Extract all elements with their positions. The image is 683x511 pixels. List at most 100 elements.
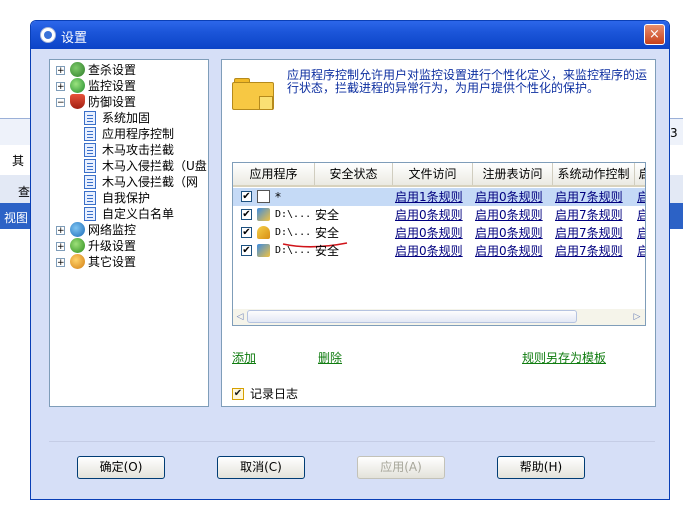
registry-rules-link[interactable]: 启用0条规则 [475, 206, 553, 224]
settings-page-icon [84, 127, 96, 141]
security-status [315, 188, 393, 206]
app-path: D:\... [275, 227, 312, 238]
settings-page-icon [84, 191, 96, 205]
tree-item-label: 木马入侵拦截（网 [102, 175, 199, 189]
app-rules-table: 应用程序 安全状态 文件访问 注册表访问 系统动作控制 启 ✔ * 启用1条规则… [232, 162, 646, 326]
app-path: D:\... [275, 209, 312, 220]
umbrella-icon [70, 78, 85, 93]
scan-icon [70, 62, 85, 77]
help-button[interactable]: 帮助(H) [497, 456, 585, 479]
security-status: 安全 [315, 226, 340, 240]
column-header-file-access[interactable]: 文件访问 [393, 163, 473, 185]
tree-item-label: 防御设置 [88, 95, 137, 109]
registry-rules-link[interactable]: 启用0条规则 [475, 242, 553, 260]
warning-program-icon [257, 226, 270, 239]
dialog-button-bar: 确定(O) 取消(C) 应用(A) 帮助(H) [49, 441, 655, 482]
gear-icon [70, 254, 85, 269]
background-label: 3 [670, 126, 678, 140]
table-row[interactable]: ✔ D:\... 安全 启用0条规则 启用0条规则 启用7条规则 启 [233, 224, 645, 242]
background-label: 视图 [4, 211, 29, 225]
tree-item-label: 应用程序控制 [102, 126, 175, 142]
file-access-rules-link[interactable]: 启用0条规则 [395, 206, 473, 224]
tree-item-label: 网络监控 [88, 223, 137, 237]
expand-icon[interactable]: + [56, 82, 65, 92]
file-access-rules-link[interactable]: 启用0条规则 [395, 242, 473, 260]
row-checkbox[interactable]: ✔ [241, 227, 252, 238]
settings-page-icon [84, 111, 96, 125]
security-status: 安全 [315, 244, 340, 258]
system-action-rules-link[interactable]: 启用7条规则 [555, 188, 635, 206]
tree-item-label: 自我保护 [102, 191, 151, 205]
cancel-button[interactable]: 取消(C) [217, 456, 305, 479]
add-rule-link[interactable]: 添加 [232, 349, 256, 366]
tree-item-label: 监控设置 [88, 79, 137, 93]
settings-dialog: 设置 × + 查杀设置 + 监控设置 − 防御设置 系统加固 应用程序控制 木马… [30, 20, 670, 500]
row-checkbox[interactable]: ✔ [241, 209, 252, 220]
more-rules-link[interactable]: 启 [637, 242, 645, 260]
background-label: 查 [18, 185, 31, 199]
more-rules-link[interactable]: 启 [637, 206, 645, 224]
settings-page-icon [84, 207, 96, 221]
column-header-more[interactable]: 启 [635, 163, 645, 185]
app-path: D:\... [275, 245, 312, 256]
tree-item-label: 其它设置 [88, 255, 137, 269]
more-rules-link[interactable]: 启 [637, 188, 645, 206]
expand-icon[interactable]: + [56, 66, 65, 76]
save-as-template-link[interactable]: 规则另存为模板 [522, 349, 606, 366]
close-button[interactable]: × [644, 24, 665, 45]
settings-page-icon [84, 143, 96, 157]
tree-item-label: 系统加固 [102, 111, 151, 125]
tree-item-label: 升级设置 [88, 239, 137, 253]
table-row[interactable]: ✔ D:\... 安全 启用0条规则 启用0条规则 启用7条规则 启 [233, 242, 645, 260]
app-path: * [275, 190, 281, 204]
background-label: 其 [12, 154, 25, 168]
system-action-rules-link[interactable]: 启用7条规则 [555, 206, 635, 224]
row-checkbox[interactable]: ✔ [241, 191, 252, 202]
expand-icon[interactable]: + [56, 242, 65, 252]
update-check-icon [70, 238, 85, 253]
settings-tree: + 查杀设置 + 监控设置 − 防御设置 系统加固 应用程序控制 木马攻击拦截 [49, 59, 209, 407]
tree-item-label: 自定义白名单 [102, 207, 175, 221]
apply-button[interactable]: 应用(A) [357, 456, 445, 479]
record-log-checkbox[interactable]: ✔ [232, 388, 244, 400]
scroll-left-icon[interactable]: ◁ [234, 310, 246, 324]
ok-button[interactable]: 确定(O) [77, 456, 165, 479]
app-control-panel: 应用程序控制允许用户对监控设置进行个性化定义，来监控程序的运行状态，拦截进程的异… [221, 59, 656, 407]
table-row[interactable]: ✔ * 启用1条规则 启用0条规则 启用7条规则 启 [233, 188, 645, 206]
security-status: 安全 [315, 208, 340, 222]
tree-item-label: 查杀设置 [88, 63, 137, 77]
title-bar[interactable]: 设置 × [31, 21, 669, 49]
program-icon [257, 244, 270, 257]
settings-page-icon [84, 159, 96, 173]
more-rules-link[interactable]: 启 [637, 224, 645, 242]
expand-icon[interactable]: + [56, 258, 65, 268]
column-header-app[interactable]: 应用程序 [233, 163, 315, 185]
registry-rules-link[interactable]: 启用0条规则 [475, 224, 553, 242]
shield-icon [70, 94, 85, 109]
collapse-icon[interactable]: − [56, 98, 65, 108]
dialog-title: 设置 [61, 31, 88, 46]
column-header-system-action[interactable]: 系统动作控制 [553, 163, 635, 185]
app-shield-icon [40, 27, 56, 43]
window-app-icon [257, 190, 270, 203]
column-header-status[interactable]: 安全状态 [315, 163, 393, 185]
description-text: 应用程序控制允许用户对监控设置进行个性化定义，来监控程序的运行状态，拦截进程的异… [287, 68, 648, 95]
file-access-rules-link[interactable]: 启用1条规则 [395, 188, 473, 206]
delete-rule-link[interactable]: 删除 [318, 349, 342, 366]
expand-icon[interactable]: + [56, 226, 65, 236]
horizontal-scrollbar[interactable]: ◁ ▷ [233, 309, 645, 325]
program-icon [257, 208, 270, 221]
tree-item-label: 木马入侵拦截（U盘 [102, 159, 207, 173]
column-header-registry-access[interactable]: 注册表访问 [473, 163, 553, 185]
globe-icon [70, 222, 85, 237]
settings-page-icon [84, 175, 96, 189]
system-action-rules-link[interactable]: 启用7条规则 [555, 224, 635, 242]
file-access-rules-link[interactable]: 启用0条规则 [395, 224, 473, 242]
registry-rules-link[interactable]: 启用0条规则 [475, 188, 553, 206]
system-action-rules-link[interactable]: 启用7条规则 [555, 242, 635, 260]
table-row[interactable]: ✔ D:\... 安全 启用0条规则 启用0条规则 启用7条规则 启 [233, 206, 645, 224]
scroll-right-icon[interactable]: ▷ [631, 310, 643, 324]
row-checkbox[interactable]: ✔ [241, 245, 252, 256]
table-header: 应用程序 安全状态 文件访问 注册表访问 系统动作控制 启 [233, 163, 645, 187]
scroll-thumb[interactable] [247, 310, 577, 323]
